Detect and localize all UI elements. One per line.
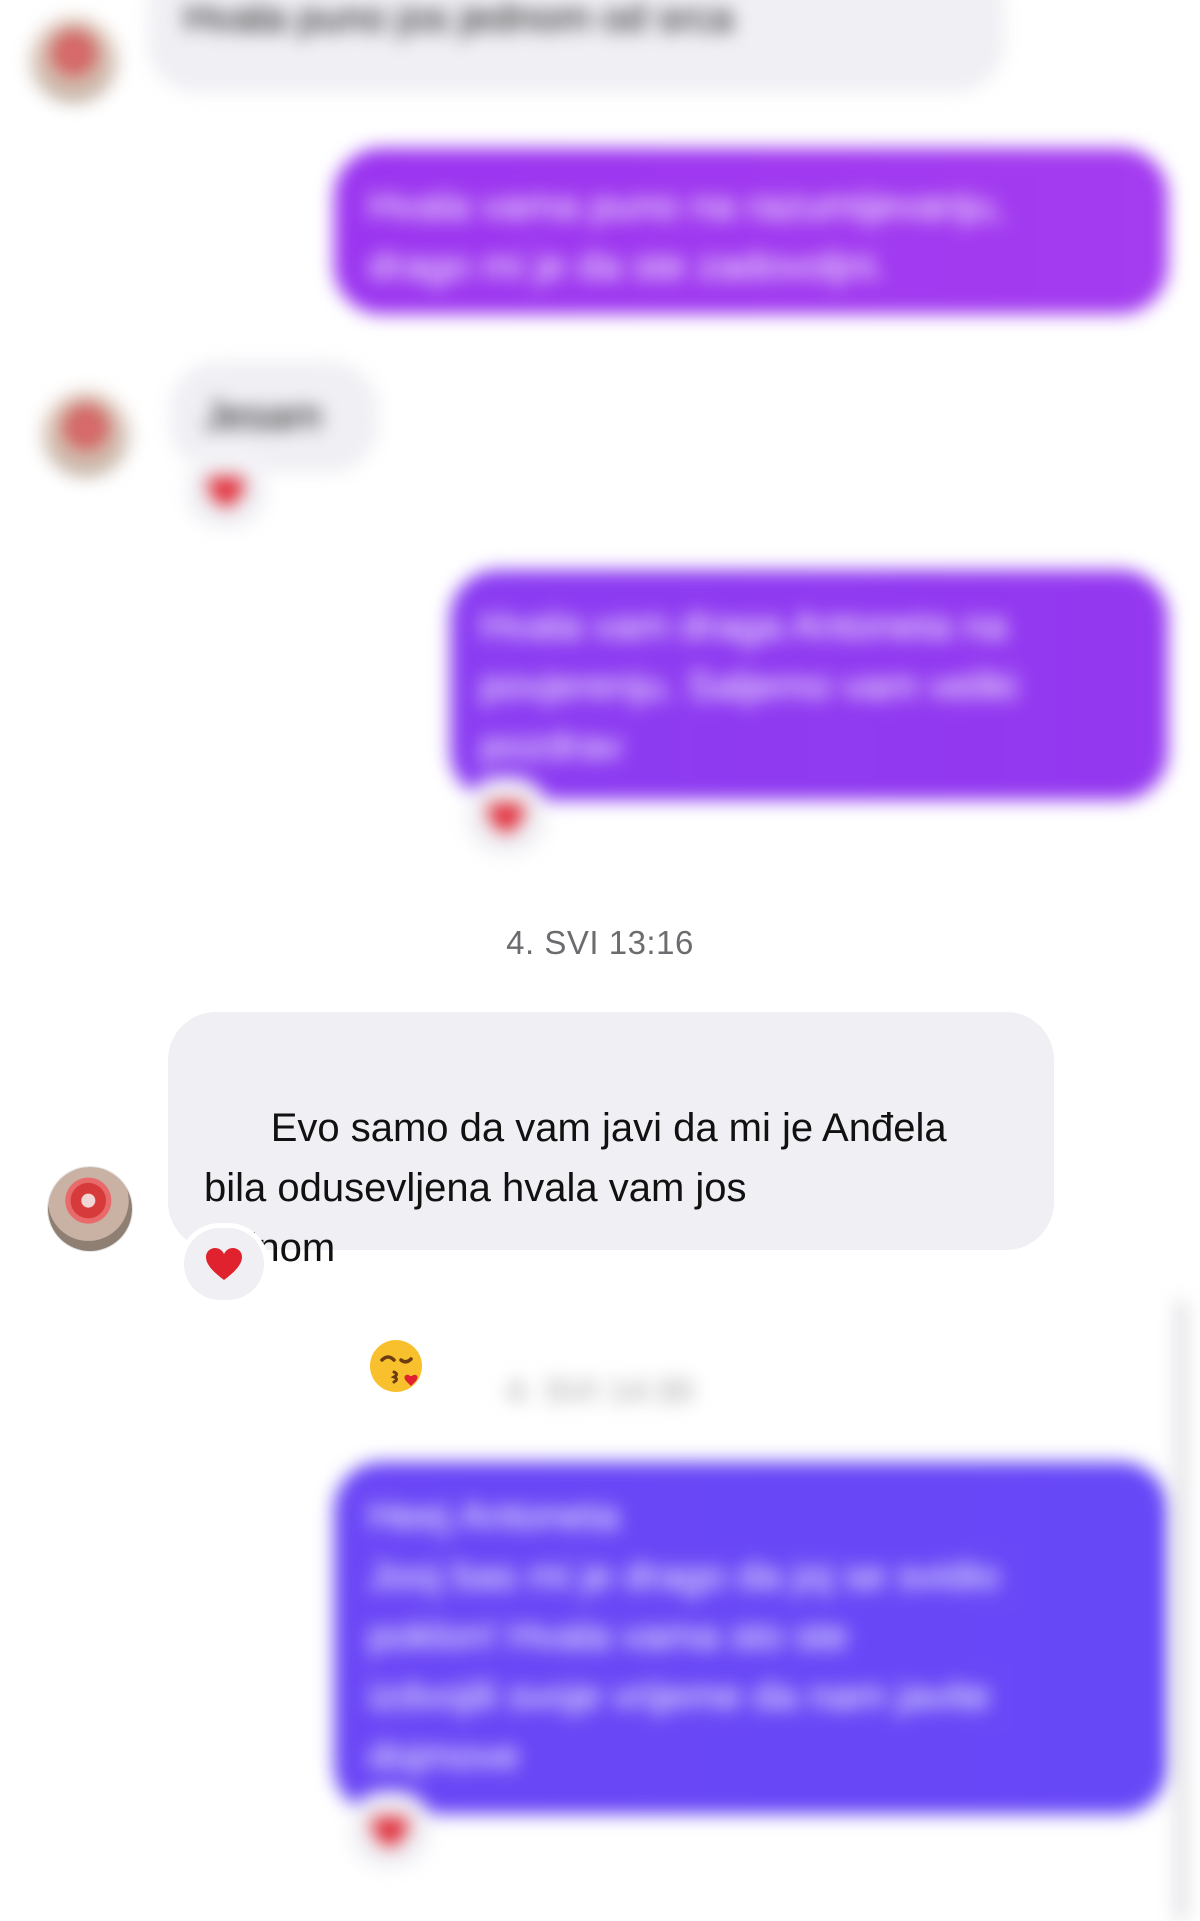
heart-icon bbox=[372, 1816, 408, 1848]
timestamp-divider: 4. SVI 14:30 bbox=[506, 1372, 694, 1409]
contact-avatar[interactable] bbox=[32, 18, 116, 102]
timestamp-divider: 4. SVI 13:16 bbox=[506, 924, 694, 961]
incoming-message-bubble[interactable]: Evo samo da vam javi da mi je Anđela bil… bbox=[168, 1012, 1054, 1587]
message-text: Hvala vam draga Antoneta na povjerenju. … bbox=[480, 604, 1019, 768]
reaction-badge[interactable] bbox=[350, 1796, 430, 1868]
contact-avatar[interactable] bbox=[48, 1167, 132, 1251]
message-text: Hvala vama puno na razumijevanju, drago … bbox=[368, 184, 1004, 288]
scrollbar[interactable] bbox=[1176, 1300, 1186, 1921]
reaction-badge[interactable] bbox=[184, 1228, 264, 1300]
reaction-badge[interactable] bbox=[466, 782, 546, 854]
heart-icon bbox=[208, 476, 244, 508]
incoming-message-bubble[interactable]: Jesam bbox=[170, 362, 378, 472]
message-text: Hvala puno jos jednom od srca bbox=[184, 0, 734, 40]
outgoing-message-bubble[interactable]: Heej Antoneta Jooj bas mi je drago da jo… bbox=[334, 1462, 1168, 1814]
message-text: Heej Antoneta Jooj bas mi je drago da jo… bbox=[368, 1494, 1000, 1778]
contact-avatar[interactable] bbox=[44, 392, 128, 476]
incoming-message-bubble[interactable]: Hvala puno jos jednom od srca bbox=[148, 0, 1004, 92]
heart-icon bbox=[488, 802, 524, 834]
heart-icon bbox=[206, 1248, 242, 1280]
outgoing-message-bubble[interactable]: Hvala vama puno na razumijevanju, drago … bbox=[334, 148, 1168, 314]
message-text: Evo samo da vam javi da mi je Anđela bil… bbox=[204, 1106, 947, 1270]
message-text: Jesam bbox=[204, 394, 322, 438]
outgoing-message-bubble[interactable]: Hvala vam draga Antoneta na povjerenju. … bbox=[450, 570, 1168, 800]
reaction-badge[interactable] bbox=[186, 456, 266, 528]
